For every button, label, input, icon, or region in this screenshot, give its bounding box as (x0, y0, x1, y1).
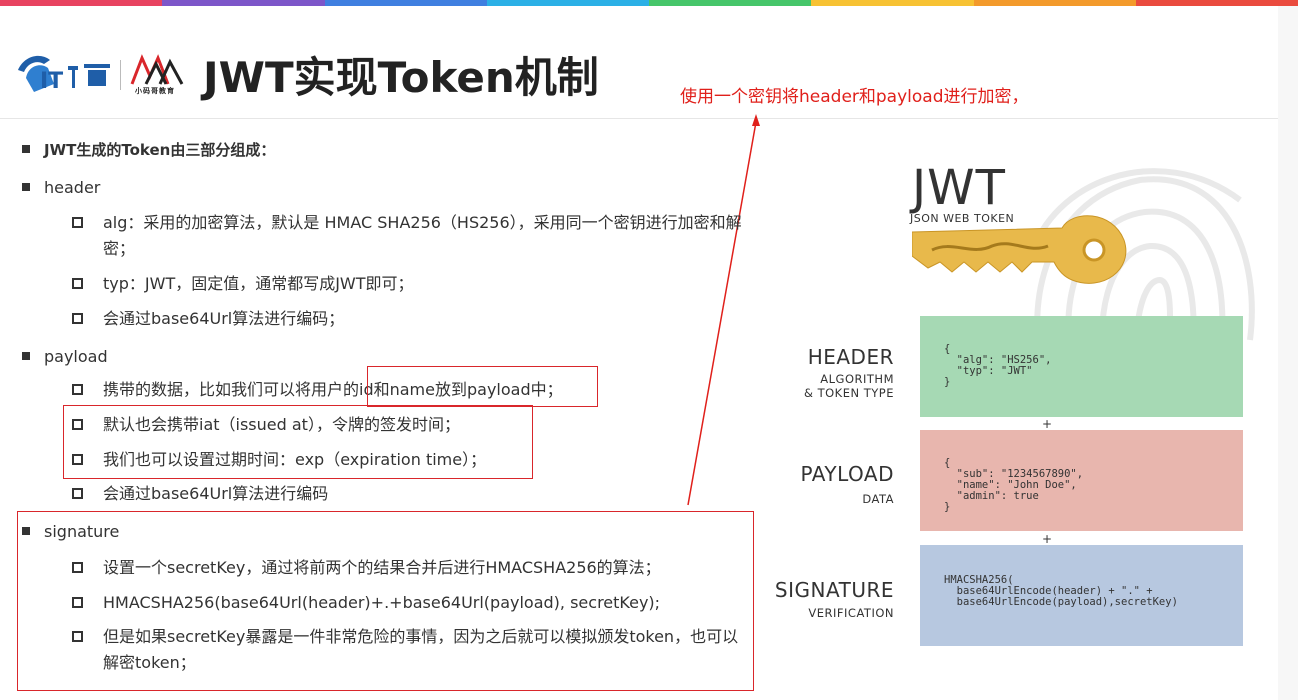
header-title-label: HEADER (807, 345, 894, 369)
page-title: JWT实现Token机制 (203, 53, 599, 102)
logo-subtitle: 小码哥教育 (135, 87, 175, 95)
signature-title-label: SIGNATURE (774, 578, 894, 602)
payload-code-panel: { "sub": "1234567890", "name": "John Doe… (920, 430, 1243, 531)
plus-sign: + (1042, 417, 1053, 431)
highlight-box-id-name (367, 366, 598, 407)
header-sub-label: & TOKEN TYPE (803, 386, 894, 400)
payload-title-label: PAYLOAD (800, 462, 894, 486)
header-section-label: header (22, 178, 100, 197)
svg-text:IT: IT (40, 69, 63, 94)
mj-logo-icon: IT (18, 55, 110, 94)
slide-edge (1278, 6, 1298, 700)
header-code-panel: { "alg": "HS256", "typ": "JWT" } (920, 316, 1243, 417)
highlight-box-iat-exp (63, 405, 533, 479)
list-item: typ：JWT，固定值，通常都写成JWT即可； (72, 271, 742, 297)
payload-section-label: payload (22, 347, 108, 366)
header-divider (0, 118, 1278, 119)
list-item: 会通过base64Url算法进行编码； (72, 306, 742, 332)
intro-bullet: JWT生成的Token由三部分组成： (22, 139, 275, 160)
key-icon (912, 215, 1127, 284)
list-item: 会通过base64Url算法进行编码 (72, 481, 752, 507)
annotation-text: 使用一个密钥将header和payload进行加密， (680, 87, 1029, 107)
header-sub-label: ALGORITHM (820, 372, 894, 386)
signature-code-panel: HMACSHA256( base64UrlEncode(header) + ".… (920, 545, 1243, 646)
payload-sub-label: DATA (862, 492, 894, 506)
highlight-box-signature (17, 511, 754, 691)
signature-sub-label: VERIFICATION (808, 606, 894, 620)
plus-sign: + (1042, 532, 1053, 546)
logo-separator (120, 60, 121, 90)
list-item: alg：采用的加密算法，默认是 HMAC SHA256（HS256），采用同一个… (72, 210, 742, 262)
